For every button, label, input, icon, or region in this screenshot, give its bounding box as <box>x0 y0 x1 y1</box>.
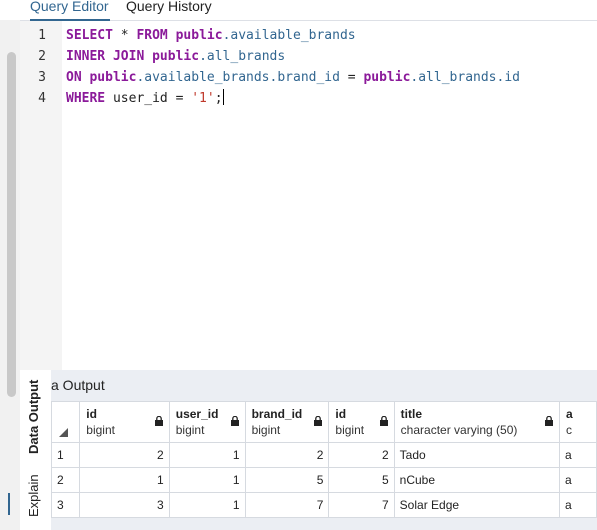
scroll-position-marker <box>8 493 10 515</box>
code-token: ON <box>66 70 82 85</box>
code-token: public <box>152 49 200 64</box>
output-panel-title: a Output <box>51 370 597 401</box>
column-header-id[interactable]: id bigint <box>79 401 170 443</box>
code-line[interactable]: INNER JOIN public.all_brands <box>66 46 285 67</box>
table-cell[interactable]: Solar Edge <box>393 492 561 518</box>
table-row[interactable]: 1 2 1 2 2 Tado a <box>51 442 597 468</box>
column-header-user-id[interactable]: user_id bigint <box>168 401 246 443</box>
lock-icon <box>379 416 388 426</box>
table-cell[interactable]: 5 <box>328 467 395 493</box>
table-cell[interactable]: 2 <box>244 442 330 468</box>
table-cell[interactable]: Tado <box>393 442 561 468</box>
table-cell[interactable]: a <box>559 492 597 518</box>
code-line[interactable]: ON public.available_brands.brand_id = pu… <box>66 67 520 88</box>
line-number: 1 <box>38 28 46 43</box>
code-token: .all_brands.id <box>410 70 520 85</box>
table-cell[interactable]: 5 <box>244 467 330 493</box>
code-token: user_id = <box>105 91 192 106</box>
lock-icon <box>545 416 554 426</box>
scrollbar-thumb[interactable] <box>7 52 16 397</box>
code-token: '1' <box>191 91 215 106</box>
code-token: public <box>89 70 137 85</box>
code-line[interactable]: SELECT * FROM public.available_brands <box>66 25 356 46</box>
results-table: id bigint user_id bigint brand_id bigint <box>51 401 597 518</box>
table-cell[interactable]: 1 <box>168 442 246 468</box>
code-area[interactable]: SELECT * FROM public.available_brands IN… <box>66 21 597 370</box>
lock-icon <box>314 416 323 426</box>
code-token: SELECT <box>66 28 113 43</box>
editor-tab-bar: Query Editor Query History <box>0 0 597 21</box>
table-cell[interactable]: a <box>559 467 597 493</box>
column-header-brand-id[interactable]: brand_id bigint <box>244 401 330 443</box>
text-cursor <box>222 89 224 105</box>
code-token: INNER JOIN <box>66 49 145 64</box>
tab-data-output[interactable]: Data Output <box>26 376 46 458</box>
table-cell[interactable]: 2 <box>79 442 170 468</box>
column-type: character varying (50) <box>400 423 518 437</box>
output-side-tabs: Data Output Explain <box>20 370 52 530</box>
column-header-id-2[interactable]: id bigint <box>328 401 395 443</box>
table-cell[interactable]: 2 <box>328 442 395 468</box>
output-panel: Data Output Explain a Output id bigint u… <box>20 370 597 530</box>
column-header-title[interactable]: title character varying (50) <box>393 401 561 443</box>
tab-query-editor[interactable]: Query Editor <box>30 0 110 21</box>
column-name: title <box>400 407 423 421</box>
row-number[interactable]: 1 <box>51 442 81 468</box>
tab-explain[interactable]: Explain <box>26 470 46 522</box>
table-cell[interactable]: nCube <box>393 467 561 493</box>
table-cell[interactable]: 1 <box>168 467 246 493</box>
table-row[interactable]: 3 3 1 7 7 Solar Edge a <box>51 492 597 518</box>
column-header-truncated[interactable]: a c <box>559 401 597 443</box>
lock-icon <box>154 416 163 426</box>
column-name: a <box>566 407 573 421</box>
table-cell[interactable]: 7 <box>244 492 330 518</box>
results-grid[interactable]: id bigint user_id bigint brand_id bigint <box>51 401 597 530</box>
table-cell[interactable]: 7 <box>328 492 395 518</box>
lock-icon <box>230 416 239 426</box>
sql-editor[interactable]: 1 2 3 4 SELECT * FROM public.available_b… <box>20 21 597 370</box>
code-token: FROM <box>136 28 168 43</box>
table-row[interactable]: 2 1 1 5 5 nCube a <box>51 467 597 493</box>
line-number: 2 <box>38 49 46 64</box>
code-token: .all_brands <box>199 49 286 64</box>
code-token: WHERE <box>66 91 106 106</box>
code-token: * <box>112 28 137 43</box>
line-number: 3 <box>38 70 46 85</box>
sort-corner-icon <box>59 428 68 437</box>
table-cell[interactable]: 1 <box>168 492 246 518</box>
code-token: public <box>363 70 411 85</box>
code-token: .available_brands.brand_id <box>136 70 340 85</box>
table-cell[interactable]: a <box>559 442 597 468</box>
row-number[interactable]: 3 <box>51 492 81 518</box>
column-type: c <box>566 423 573 437</box>
select-all-corner[interactable] <box>51 401 81 443</box>
tab-query-history[interactable]: Query History <box>126 0 212 19</box>
line-number-gutter: 1 2 3 4 <box>20 21 62 370</box>
code-token: public <box>175 28 223 43</box>
code-token: .available_brands <box>222 28 356 43</box>
code-line[interactable]: WHERE user_id = '1'; <box>66 88 224 109</box>
vertical-scrollbar[interactable] <box>0 20 20 530</box>
code-token: ; <box>214 91 223 106</box>
table-cell[interactable]: 1 <box>79 467 170 493</box>
row-number[interactable]: 2 <box>51 467 81 493</box>
table-cell[interactable]: 3 <box>79 492 170 518</box>
code-token: = <box>339 70 364 85</box>
header-row: id bigint user_id bigint brand_id bigint <box>51 401 597 443</box>
line-number: 4 <box>38 91 46 106</box>
